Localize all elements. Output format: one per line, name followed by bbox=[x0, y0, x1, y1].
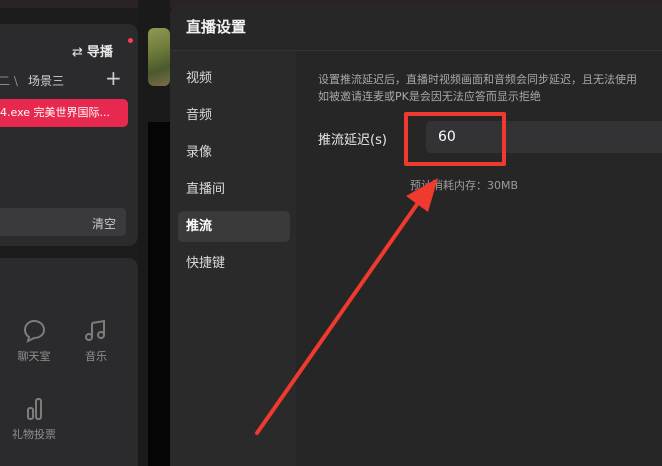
screen: ⇄ 导播 二 \ 场景三 + 4.exe 完美世界国际... 清空 聊天室 音乐 … bbox=[0, 0, 662, 466]
annotation-arrow bbox=[255, 178, 438, 435]
